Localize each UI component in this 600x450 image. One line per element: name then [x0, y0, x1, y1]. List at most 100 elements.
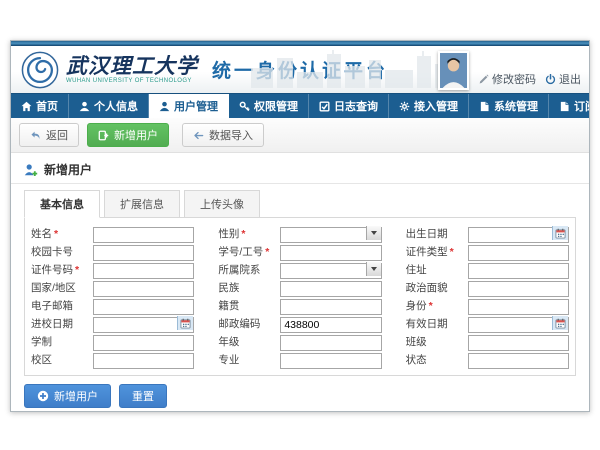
- nav-tab-label: 个人信息: [94, 98, 138, 114]
- field-label: 年级: [218, 334, 280, 349]
- name-input[interactable]: [93, 227, 194, 243]
- field-control: [468, 225, 569, 241]
- class-input[interactable]: [468, 335, 569, 351]
- nav-tab-label: 系统管理: [494, 98, 538, 114]
- form-panel: 姓名* 性别* 出生日期校园卡号 学号/工号* 证件类型* 证件号码* 所属院系 住址国家/地…: [24, 217, 576, 376]
- postal-code-input[interactable]: [280, 317, 381, 333]
- form-field-valid-date: 有效日期: [406, 315, 569, 331]
- field-label: 民族: [218, 280, 280, 295]
- nav-tab-home[interactable]: 首页: [11, 94, 69, 118]
- field-control: [93, 351, 194, 367]
- required-marker: *: [265, 246, 269, 258]
- form-field-id-number: 证件号码*: [31, 261, 194, 277]
- student-id-input[interactable]: [280, 245, 381, 261]
- field-label: 证件类型*: [406, 244, 468, 259]
- field-label: 性别*: [218, 226, 280, 241]
- form-field-birth-date: 出生日期: [406, 225, 569, 241]
- nav-tab-system[interactable]: 系统管理: [469, 94, 549, 118]
- tab-upload-avatar[interactable]: 上传头像: [184, 190, 260, 218]
- cityscape-decoration: [251, 50, 461, 93]
- calendar-icon[interactable]: [552, 226, 568, 240]
- form-field-postal-code: 邮政编码: [218, 315, 381, 331]
- submit-add-user-button[interactable]: 新增用户: [24, 384, 111, 408]
- form-field-gender: 性别*: [218, 225, 381, 241]
- form-grid: 姓名* 性别* 出生日期校园卡号 学号/工号* 证件类型* 证件号码* 所属院系 住址国家/地…: [31, 225, 569, 367]
- form-field-grade: 年级: [218, 333, 381, 349]
- address-input[interactable]: [468, 263, 569, 279]
- form-field-campus-card: 校园卡号: [31, 243, 194, 259]
- field-control: [468, 243, 569, 259]
- politics-input[interactable]: [468, 281, 569, 297]
- nav-tab-profile[interactable]: 个人信息: [69, 94, 149, 118]
- field-label: 进校日期: [31, 316, 93, 331]
- form-field-student-id: 学号/工号*: [218, 243, 381, 259]
- field-label: 学制: [31, 334, 93, 349]
- field-label: 校园卡号: [31, 244, 93, 259]
- form-field-school-system: 学制: [31, 333, 194, 349]
- reset-button[interactable]: 重置: [119, 384, 167, 408]
- calendar-icon[interactable]: [177, 316, 193, 330]
- required-marker: *: [54, 228, 58, 240]
- form-field-country: 国家/地区: [31, 279, 194, 295]
- status-input[interactable]: [468, 353, 569, 369]
- nav-tab-logs[interactable]: 日志查询: [309, 94, 389, 118]
- back-arrow-icon: [30, 130, 41, 141]
- form-field-ethnicity: 民族: [218, 279, 381, 295]
- data-import-button[interactable]: 数据导入: [182, 123, 264, 147]
- identity-input[interactable]: [468, 299, 569, 315]
- field-label: 政治面貌: [406, 280, 468, 295]
- nav-tab-access[interactable]: 接入管理: [389, 94, 469, 118]
- user-avatar[interactable]: [438, 51, 469, 90]
- form-field-email: 电子邮箱: [31, 297, 194, 313]
- power-icon: [545, 74, 556, 85]
- gear-icon: [399, 101, 410, 112]
- field-control: [468, 297, 569, 313]
- nav-tab-label: 首页: [36, 98, 58, 114]
- university-name-cn: 武汉理工大学: [66, 55, 198, 76]
- campus-card-input[interactable]: [93, 245, 194, 261]
- field-control: [93, 243, 194, 259]
- email-input[interactable]: [93, 299, 194, 315]
- nav-tab-permissions[interactable]: 权限管理: [229, 94, 309, 118]
- school-system-input[interactable]: [93, 335, 194, 351]
- toolbar: 返回 新增用户 数据导入: [11, 118, 589, 153]
- campus-input[interactable]: [93, 353, 194, 369]
- add-user-toolbar-button[interactable]: 新增用户: [87, 123, 169, 147]
- nav-tab-users[interactable]: 用户管理: [149, 94, 229, 118]
- university-brand: 武汉理工大学 WUHAN UNIVERSITY OF TECHNOLOGY: [66, 55, 198, 84]
- id-number-input[interactable]: [93, 263, 194, 279]
- form-field-name: 姓名*: [31, 225, 194, 241]
- university-logo-icon: [21, 51, 59, 89]
- logout-link[interactable]: 退出: [545, 71, 581, 87]
- ethnicity-input[interactable]: [280, 281, 381, 297]
- major-input[interactable]: [280, 353, 381, 369]
- field-control: [93, 261, 194, 277]
- dropdown-arrow-icon[interactable]: [366, 226, 381, 240]
- form-field-department: 所属院系: [218, 261, 381, 277]
- back-button[interactable]: 返回: [19, 123, 79, 147]
- dropdown-arrow-icon[interactable]: [366, 262, 381, 276]
- form-field-id-type: 证件类型*: [406, 243, 569, 259]
- tab-extended-info[interactable]: 扩展信息: [104, 190, 180, 218]
- field-label: 证件号码*: [31, 262, 93, 277]
- native-place-input[interactable]: [280, 299, 381, 315]
- nav-bar: 首页 个人信息用户管理权限管理日志查询接入管理 系统管理 订阅管理: [11, 93, 589, 118]
- required-marker: *: [429, 300, 433, 312]
- form-field-class: 班级: [406, 333, 569, 349]
- id-type-input[interactable]: [468, 245, 569, 261]
- nav-tab-label: 订阅管理: [574, 98, 590, 114]
- change-password-link[interactable]: 修改密码: [478, 71, 536, 87]
- field-label: 专业: [218, 352, 280, 367]
- field-control: [280, 297, 381, 313]
- tab-basic-info[interactable]: 基本信息: [24, 190, 100, 218]
- file-icon: [479, 101, 490, 112]
- calendar-icon[interactable]: [552, 316, 568, 330]
- grade-input[interactable]: [280, 335, 381, 351]
- country-input[interactable]: [93, 281, 194, 297]
- plus-circle-icon: [37, 390, 49, 402]
- nav-tab-subscription[interactable]: 订阅管理: [549, 94, 590, 118]
- app-window: 武汉理工大学 WUHAN UNIVERSITY OF TECHNOLOGY 统一…: [10, 40, 590, 412]
- field-control: [468, 279, 569, 295]
- field-label: 住址: [406, 262, 468, 277]
- form-field-identity: 身份*: [406, 297, 569, 313]
